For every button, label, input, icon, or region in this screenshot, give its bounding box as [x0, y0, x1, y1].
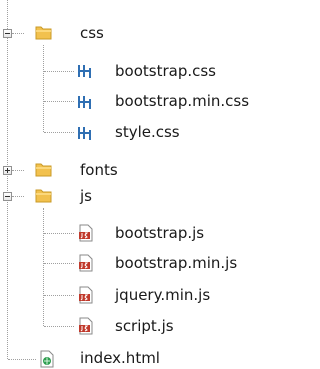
- tree-item-script-js[interactable]: script.js: [115, 315, 174, 337]
- html-file-icon: [40, 350, 54, 368]
- tree-item-fonts[interactable]: fonts: [80, 159, 118, 181]
- tree-guide-bootstrap-css: [44, 71, 74, 72]
- tree-guide-bootstrap-min-css: [44, 101, 74, 102]
- tree-item-bootstrap-min-css[interactable]: bootstrap.min.css: [115, 90, 249, 112]
- tree-item-js[interactable]: js: [80, 185, 92, 207]
- tree-item-style-css[interactable]: style.css: [115, 121, 180, 143]
- folder-icon: [35, 163, 52, 177]
- tree-guide-css: [12, 33, 24, 34]
- collapse-css-toggle[interactable]: [3, 29, 12, 38]
- folder-icon: [35, 189, 52, 203]
- css-file-icon: [78, 127, 91, 140]
- tree-guide-jquery-min-js: [44, 295, 74, 296]
- tree-guide-js-children: [43, 208, 44, 326]
- tree-guide-js: [12, 196, 24, 197]
- tree-item-jquery-min-js[interactable]: jquery.min.js: [115, 284, 210, 306]
- js-file-icon: [79, 254, 93, 272]
- tree-guide-script-js: [44, 326, 74, 327]
- tree-item-css[interactable]: css: [80, 22, 104, 44]
- tree-item-index-html[interactable]: index.html: [80, 347, 160, 369]
- expand-fonts-toggle[interactable]: [3, 166, 12, 175]
- tree-guide-style-css: [44, 132, 74, 133]
- collapse-js-toggle[interactable]: [3, 192, 12, 201]
- tree-guide-fonts: [12, 170, 24, 171]
- tree-guide-bootstrap-js: [44, 233, 74, 234]
- folder-icon: [35, 26, 52, 40]
- project-file-tree: css bootstrap.css bootstrap.min.css styl…: [0, 0, 270, 369]
- tree-item-bootstrap-css[interactable]: bootstrap.css: [115, 60, 216, 82]
- tree-guide-root: [7, 0, 8, 359]
- css-file-icon: [78, 65, 91, 78]
- tree-item-bootstrap-js[interactable]: bootstrap.js: [115, 222, 204, 244]
- tree-item-bootstrap-min-js[interactable]: bootstrap.min.js: [115, 252, 237, 274]
- js-file-icon: [79, 224, 93, 242]
- js-file-icon: [79, 317, 93, 335]
- js-file-icon: [79, 286, 93, 304]
- css-file-icon: [78, 96, 91, 109]
- tree-guide-index: [8, 359, 36, 360]
- tree-guide-css-children: [43, 45, 44, 132]
- tree-guide-bootstrap-min-js: [44, 263, 74, 264]
